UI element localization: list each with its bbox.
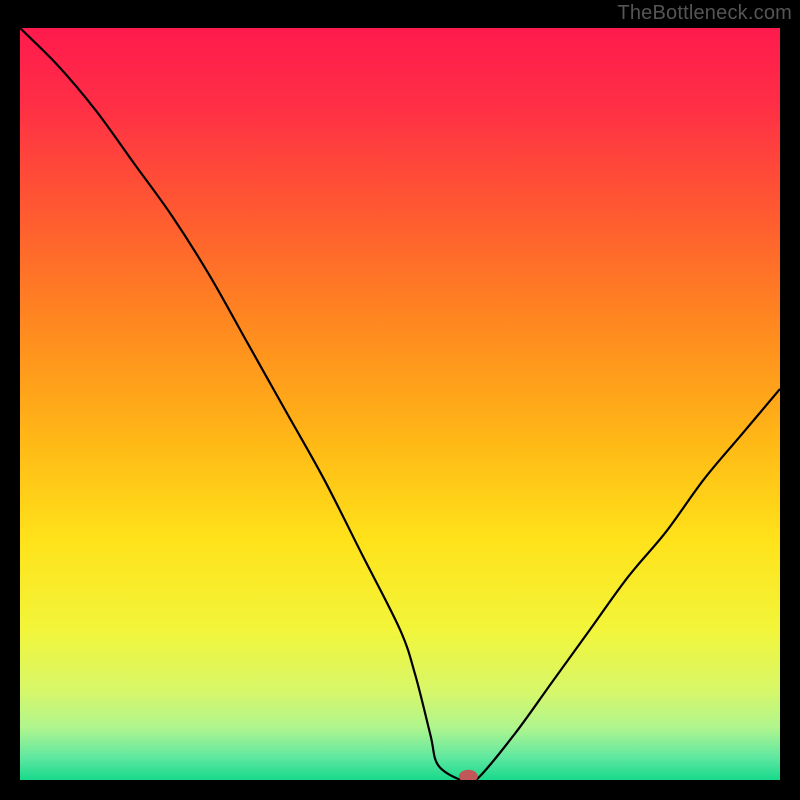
gradient-background — [20, 28, 780, 780]
watermark-text: TheBottleneck.com — [617, 2, 792, 25]
optimal-point-marker — [459, 770, 477, 780]
chart-svg — [20, 28, 780, 780]
chart-frame: TheBottleneck.com — [0, 0, 800, 800]
plot-area — [20, 28, 780, 780]
